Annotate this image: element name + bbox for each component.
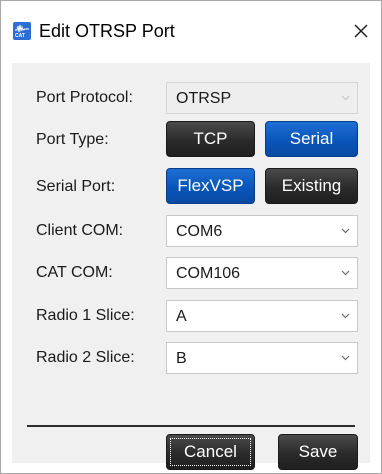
save-button[interactable]: Save [278,434,358,470]
app-icon: CAT [13,22,31,40]
port-protocol-label: Port Protocol: [36,89,133,106]
port-protocol-value: OTRSP [176,90,232,107]
footer-divider [27,425,355,427]
client-com-select[interactable]: COM6 [166,215,358,247]
cat-com-label: CAT COM: [36,264,113,281]
radio1-slice-label: Radio 1 Slice: [36,307,135,324]
title-bar[interactable]: CAT Edit OTRSP Port [1,1,381,59]
edit-otrsp-port-dialog: CAT Edit OTRSP Port Port Protocol: OTRSP… [0,0,382,474]
client-com-value: COM6 [176,223,223,240]
cancel-button[interactable]: Cancel [166,434,255,470]
chevron-down-icon [341,228,350,234]
cat-com-select[interactable]: COM106 [166,257,358,289]
serial-port-existing-button[interactable]: Existing [265,168,358,204]
radio1-slice-select[interactable]: A [166,300,358,332]
radio2-slice-select[interactable]: B [166,342,358,374]
port-type-tcp-button[interactable]: TCP [166,121,255,157]
radio2-slice-value: B [176,350,187,367]
save-button-label: Save [298,442,338,461]
waveform-icon [15,24,29,33]
serial-port-existing-label: Existing [281,176,342,195]
close-button[interactable] [345,15,377,47]
serial-port-flexvsp-label: FlexVSP [177,176,244,195]
port-type-serial-label: Serial [289,129,334,148]
radio1-slice-value: A [176,308,187,325]
close-icon [354,24,368,38]
port-type-label: Port Type: [36,131,109,148]
port-type-serial-button[interactable]: Serial [265,121,358,157]
window-title: Edit OTRSP Port [39,21,175,41]
chevron-down-icon [341,355,350,361]
port-type-tcp-label: TCP [193,129,228,148]
chevron-down-icon [341,313,350,319]
radio2-slice-label: Radio 2 Slice: [36,349,135,366]
form-panel: Port Protocol: OTRSP Port Type: TCP Seri… [12,63,370,470]
port-protocol-select: OTRSP [166,82,358,114]
serial-port-flexvsp-button[interactable]: FlexVSP [166,168,255,204]
chevron-down-icon [341,270,350,276]
cancel-button-label: Cancel [184,442,237,461]
chevron-down-icon [341,95,350,101]
serial-port-label: Serial Port: [36,178,116,195]
cat-com-value: COM106 [176,265,241,282]
app-icon-tag: CAT [15,33,25,39]
client-com-label: Client COM: [36,222,124,239]
